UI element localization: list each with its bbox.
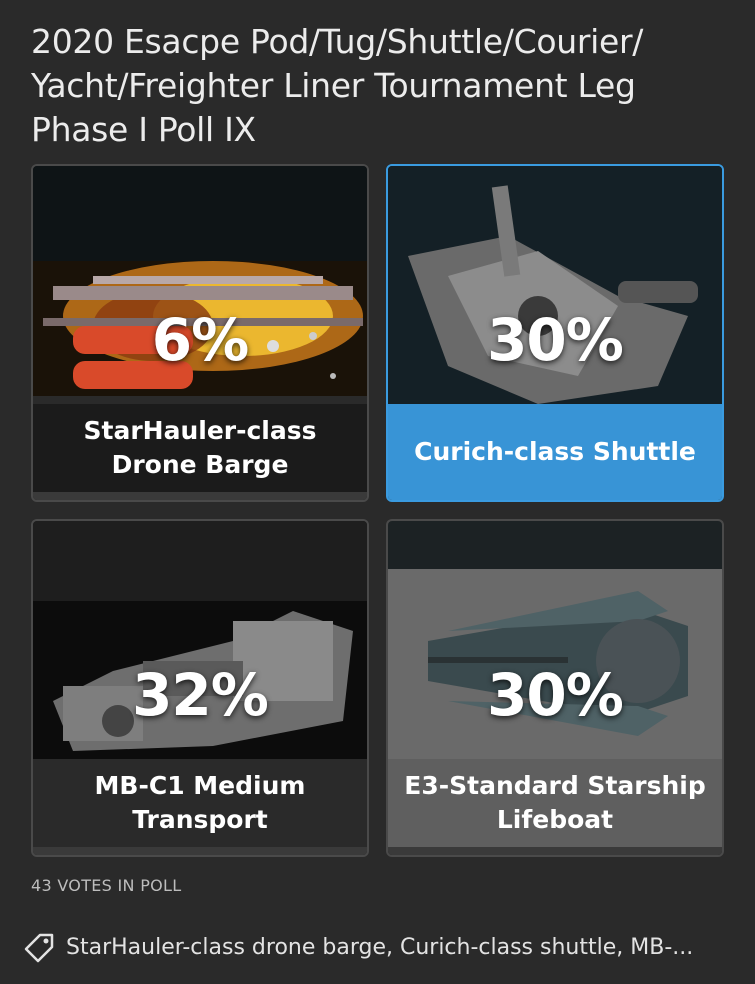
option-percent: 30%	[487, 306, 624, 374]
option-result-bar	[33, 847, 367, 855]
option-label: Curich-class Shuttle	[414, 437, 696, 466]
option-percent: 32%	[132, 661, 269, 729]
tag-icon	[24, 933, 54, 963]
option-result-bar	[388, 847, 722, 855]
poll-option-mb-c1[interactable]: 32% MB-C1 Medium Transport	[31, 519, 369, 857]
poll-title: 2020 Esacpe Pod/Tug/Shuttle/Courier/ Yac…	[31, 22, 644, 149]
option-percent: 30%	[487, 661, 624, 729]
poll-option-starhauler[interactable]: 6% StarHauler-class Drone Barge	[31, 164, 369, 502]
option-label: StarHauler-class Drone Barge	[83, 416, 317, 479]
votes-count: 43 VOTES IN POLL	[31, 876, 182, 895]
option-label: MB-C1 Medium Transport	[94, 771, 306, 834]
option-percent: 6%	[151, 306, 249, 374]
option-result-bar	[33, 492, 367, 500]
tags-row[interactable]: StarHauler-class drone barge, Curich-cla…	[22, 925, 742, 969]
poll-option-e3-lifeboat[interactable]: 30% E3-Standard Starship Lifeboat	[386, 519, 724, 857]
tags-text: StarHauler-class drone barge, Curich-cla…	[66, 934, 694, 960]
poll-option-curich[interactable]: 30% Curich-class Shuttle	[386, 164, 724, 502]
option-label: E3-Standard Starship Lifeboat	[404, 771, 706, 834]
